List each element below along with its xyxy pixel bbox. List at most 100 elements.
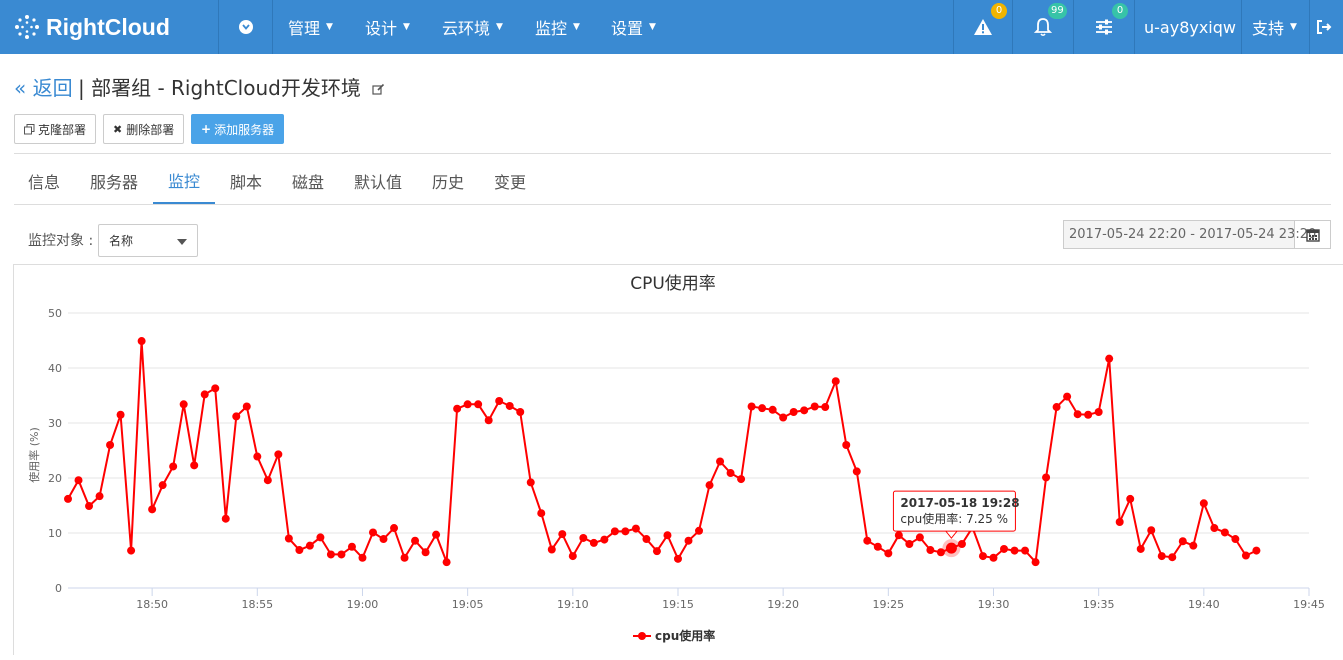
data-point[interactable]	[263, 476, 272, 485]
data-point[interactable]	[305, 541, 314, 550]
data-point[interactable]	[957, 540, 966, 548]
data-point[interactable]	[232, 412, 241, 421]
data-point[interactable]	[894, 531, 903, 540]
data-point[interactable]	[1231, 535, 1240, 544]
data-point[interactable]	[600, 535, 609, 544]
data-point[interactable]	[411, 536, 420, 545]
data-point[interactable]	[463, 400, 472, 409]
data-point[interactable]	[1241, 551, 1250, 560]
add-server-button[interactable]: + 添加服务器	[191, 114, 285, 144]
data-point[interactable]	[863, 536, 872, 545]
data-point[interactable]	[505, 401, 514, 410]
data-point[interactable]	[526, 478, 535, 487]
delete-deployment-button[interactable]: ✖ 删除部署	[103, 114, 185, 144]
data-point[interactable]	[642, 535, 651, 544]
data-point[interactable]	[978, 552, 987, 561]
data-point[interactable]	[326, 550, 335, 559]
data-point[interactable]	[495, 397, 504, 405]
data-point[interactable]	[926, 546, 935, 555]
data-point[interactable]	[116, 410, 125, 419]
data-point[interactable]	[200, 390, 209, 399]
data-point[interactable]	[810, 402, 819, 411]
nav-menu-settings[interactable]: 设置 ▼	[611, 0, 656, 54]
data-point[interactable]	[190, 461, 199, 470]
data-point[interactable]	[1220, 528, 1229, 537]
data-point[interactable]	[1000, 544, 1009, 553]
data-point[interactable]	[1189, 541, 1198, 550]
data-point[interactable]	[316, 533, 325, 542]
data-point[interactable]	[1073, 410, 1082, 419]
data-point[interactable]	[884, 549, 893, 558]
logout-button[interactable]	[1316, 0, 1332, 54]
tasks-button[interactable]: 0	[1074, 0, 1134, 54]
data-point[interactable]	[716, 457, 725, 466]
back-link[interactable]: « 返回	[14, 72, 73, 101]
data-point[interactable]	[873, 542, 882, 551]
data-point[interactable]	[821, 403, 830, 412]
data-point[interactable]	[905, 540, 914, 548]
tab-monitor[interactable]: 监控	[153, 158, 216, 204]
data-point[interactable]	[253, 452, 262, 461]
data-point[interactable]	[295, 546, 304, 555]
data-point[interactable]	[1126, 494, 1135, 503]
data-point[interactable]	[547, 545, 556, 554]
data-point[interactable]	[1136, 544, 1145, 553]
tab-info[interactable]: 信息	[13, 158, 75, 204]
data-point[interactable]	[684, 536, 693, 545]
chart-legend[interactable]: cpu使用率	[633, 628, 715, 643]
nav-menu-manage[interactable]: 管理 ▼	[288, 0, 333, 54]
support-menu[interactable]: 支持 ▼	[1252, 0, 1297, 54]
data-point[interactable]	[726, 469, 735, 478]
data-point[interactable]	[1105, 354, 1114, 363]
nav-menu-cloud[interactable]: 云环境 ▼	[442, 0, 503, 54]
data-point[interactable]	[474, 400, 483, 409]
data-point[interactable]	[695, 526, 704, 535]
data-point[interactable]	[1084, 410, 1093, 419]
data-point[interactable]	[148, 505, 157, 514]
tab-defaults[interactable]: 默认值	[339, 158, 417, 204]
alerts-button[interactable]: 0	[954, 0, 1012, 54]
data-point[interactable]	[652, 547, 661, 556]
data-point[interactable]	[274, 450, 283, 459]
data-point[interactable]	[85, 502, 94, 511]
data-point[interactable]	[579, 533, 588, 542]
data-point[interactable]	[915, 533, 924, 542]
tab-servers[interactable]: 服务器	[75, 158, 153, 204]
data-point[interactable]	[663, 531, 672, 540]
data-point[interactable]	[1063, 392, 1072, 401]
data-point[interactable]	[1178, 537, 1187, 546]
nav-collapse-button[interactable]	[219, 0, 272, 54]
data-point[interactable]	[1147, 526, 1156, 535]
data-point[interactable]	[337, 550, 346, 559]
data-point[interactable]	[379, 535, 388, 544]
data-point[interactable]	[127, 546, 136, 555]
data-point[interactable]	[737, 475, 746, 484]
data-point[interactable]	[368, 528, 377, 537]
data-point[interactable]	[1042, 473, 1051, 482]
data-point[interactable]	[1052, 403, 1061, 412]
data-point[interactable]	[390, 524, 399, 533]
data-point[interactable]	[1115, 518, 1124, 526]
data-point[interactable]	[537, 509, 546, 518]
tab-history[interactable]: 历史	[417, 158, 479, 204]
tab-changes[interactable]: 变更	[479, 158, 541, 204]
nav-menu-design[interactable]: 设计 ▼	[365, 0, 410, 54]
edit-icon[interactable]	[372, 83, 385, 96]
data-point[interactable]	[852, 467, 861, 476]
data-point[interactable]	[1031, 558, 1040, 567]
data-point[interactable]	[831, 377, 840, 386]
data-point[interactable]	[442, 558, 451, 567]
data-point[interactable]	[358, 553, 367, 562]
data-point[interactable]	[747, 402, 756, 411]
data-point[interactable]	[621, 527, 630, 536]
data-point[interactable]	[74, 476, 83, 485]
data-point[interactable]	[400, 553, 409, 562]
date-range-input[interactable]: 2017-05-24 22:20 - 2017-05-24 23:20	[1064, 221, 1316, 248]
data-point[interactable]	[673, 554, 682, 563]
data-point[interactable]	[64, 494, 72, 503]
data-point[interactable]	[179, 400, 188, 409]
data-point[interactable]	[158, 481, 167, 490]
data-point[interactable]	[1010, 546, 1019, 555]
user-menu[interactable]: u-ay8yxiqw	[1144, 0, 1236, 54]
data-point[interactable]	[610, 527, 619, 536]
